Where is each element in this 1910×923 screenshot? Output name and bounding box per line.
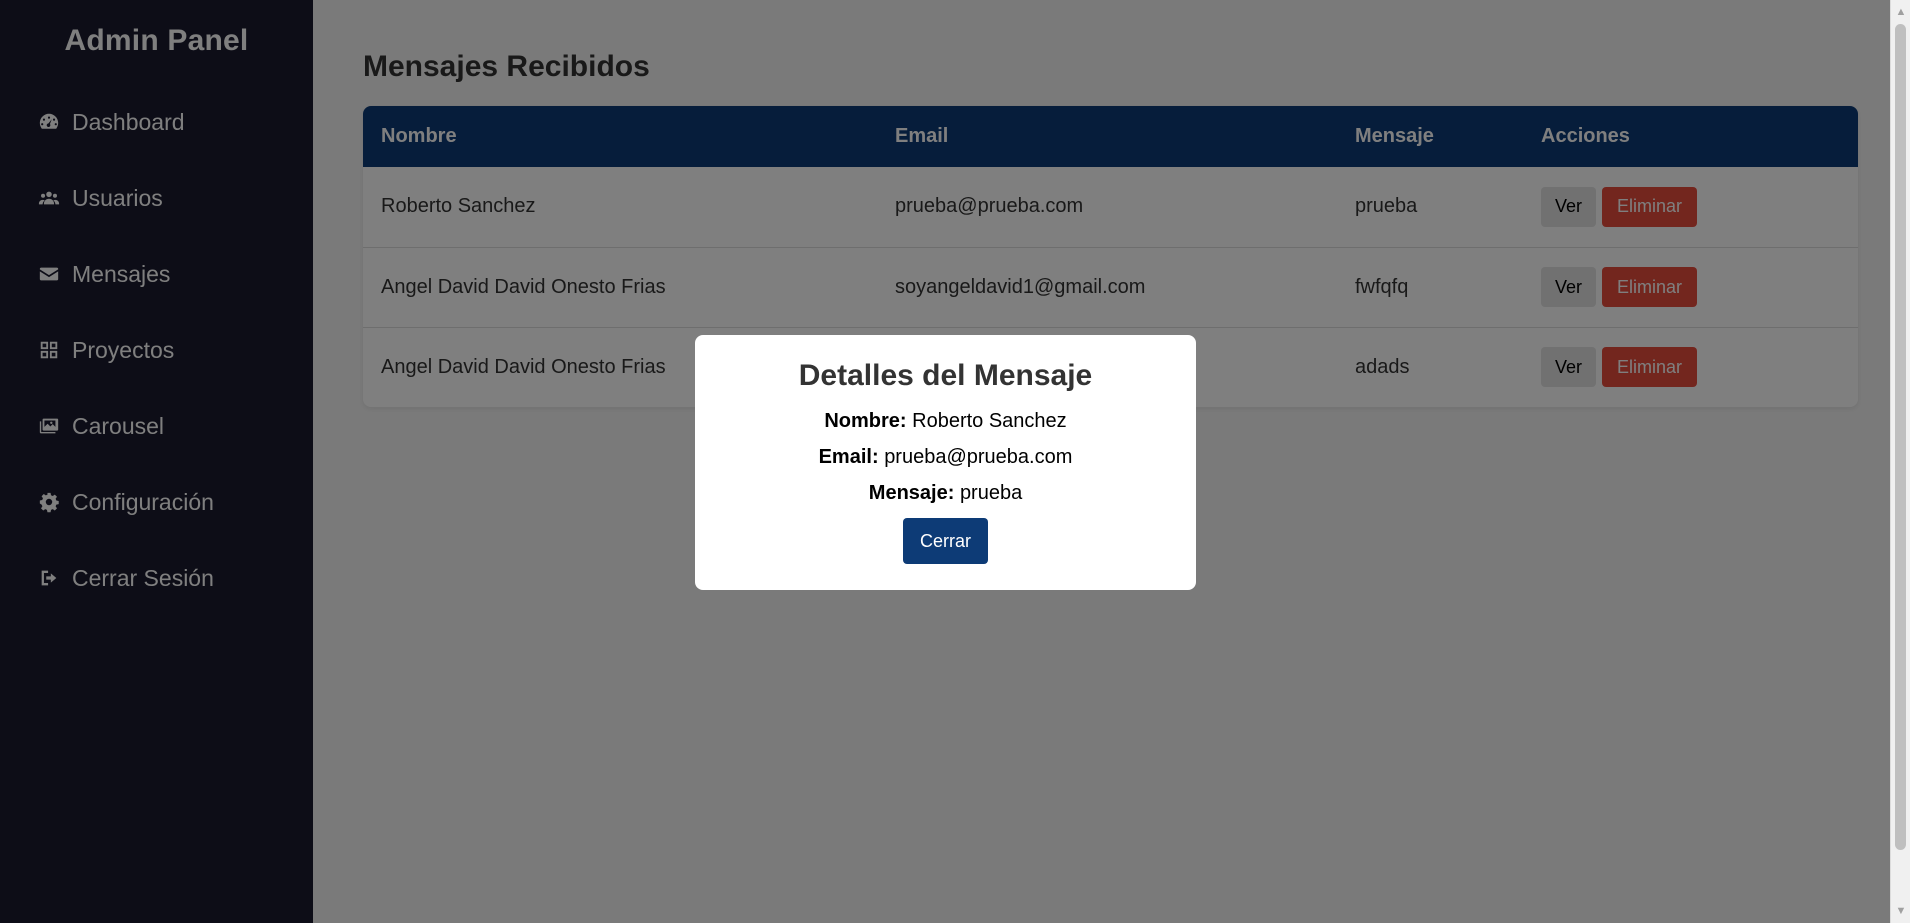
scroll-up-arrow-icon[interactable]: ▲ [1891,2,1910,22]
app: Admin Panel Dashboard Usuarios Mensajes [0,0,1910,923]
modal-email-value: prueba@prueba.com [884,446,1073,468]
scroll-down-arrow-icon[interactable]: ▼ [1891,901,1910,921]
close-button[interactable]: Cerrar [903,518,988,564]
modal-nombre-label: Nombre: [824,410,907,432]
modal-email-label: Email: [818,446,879,468]
modal-nombre-value: Roberto Sanchez [912,410,1067,432]
scrollbar-thumb[interactable] [1895,24,1906,850]
modal-nombre-line: Nombre: Roberto Sanchez [695,409,1196,434]
modal-title: Detalles del Mensaje [798,359,1093,392]
vertical-scrollbar[interactable]: ▲ ▼ [1890,0,1910,923]
modal-email-line: Email: prueba@prueba.com [695,445,1196,470]
modal-mensaje-value: prueba [959,482,1023,504]
message-details-modal: Detalles del Mensaje Nombre: Roberto San… [695,335,1196,590]
modal-backdrop[interactable]: Detalles del Mensaje Nombre: Roberto San… [0,0,1890,923]
modal-mensaje-line: Mensaje: prueba [695,481,1196,506]
modal-mensaje-label: Mensaje: [868,482,955,504]
